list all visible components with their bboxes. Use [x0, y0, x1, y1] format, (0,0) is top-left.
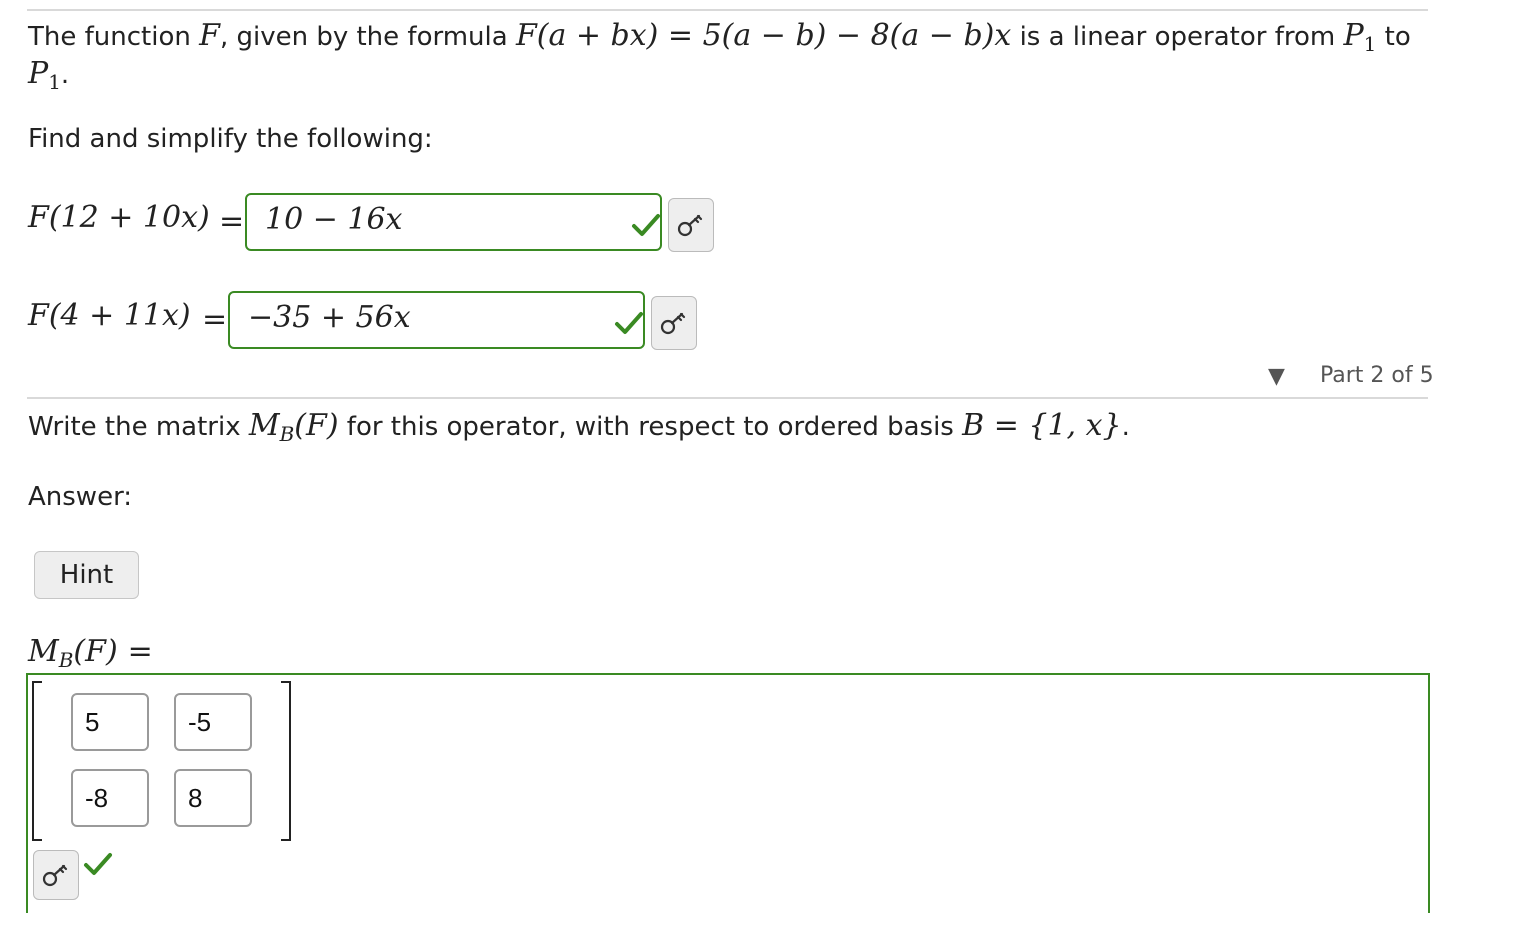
answer-label: Answer:: [28, 482, 133, 512]
intro-text-1: The function: [28, 22, 200, 52]
matrix-cell-r2-c1[interactable]: -8: [71, 769, 149, 827]
intro-text-2: , given by the formula: [219, 22, 516, 52]
matrix-question-text-1: Write the matrix: [28, 412, 249, 442]
matrix-symbol: M: [248, 408, 280, 443]
matrix-lhs: MB(F) =: [28, 634, 153, 672]
intro-space-subscript-2: 1: [48, 70, 61, 94]
matrix-question-period: .: [1121, 412, 1130, 442]
question-1-answer-field[interactable]: 10 − 16x: [245, 193, 662, 251]
key-icon: [677, 214, 703, 237]
intro-line: The function F, given by the formula F(a…: [28, 18, 1411, 56]
intro-line-2: P1.: [28, 56, 69, 94]
question-2-equals: =: [202, 302, 228, 337]
matrix-right-bracket: [281, 681, 291, 841]
matrix-subscript: B: [279, 422, 295, 446]
matrix-question: Write the matrix MB(F) for this operator…: [28, 408, 1130, 446]
prompt-text: Find and simplify the following:: [28, 124, 433, 154]
basis-expression: B = {1, x}: [962, 408, 1122, 443]
matrix-cell-r1-c1[interactable]: 5: [71, 693, 149, 751]
question-1-key-button[interactable]: [668, 198, 714, 252]
question-2-lhs: F(4 + 11x): [28, 298, 191, 333]
intro-space-symbol-2: P: [28, 56, 49, 91]
intro-period: .: [60, 60, 70, 90]
intro-space-symbol: P: [1343, 18, 1364, 53]
intro-text-3: is a linear operator from: [1011, 22, 1344, 52]
top-divider: [27, 9, 1428, 11]
question-2-answer-value: −35 + 56x: [248, 300, 411, 335]
matrix-key-button[interactable]: [33, 850, 79, 900]
part-collapse-arrow-icon[interactable]: ▼: [1268, 364, 1285, 389]
question-2-answer-field[interactable]: −35 + 56x: [228, 291, 645, 349]
intro-space-subscript: 1: [1363, 32, 1377, 56]
matrix-cell-r2-c2[interactable]: 8: [174, 769, 252, 827]
part-divider: [27, 397, 1428, 399]
matrix-lhs-subscript: B: [58, 648, 74, 672]
key-icon: [42, 864, 68, 887]
question-1-equals: =: [219, 204, 245, 239]
question-2-key-button[interactable]: [651, 296, 697, 350]
intro-function-symbol: F: [199, 18, 220, 53]
check-icon: [84, 853, 112, 875]
matrix-cell-r1-c2[interactable]: -5: [174, 693, 252, 751]
question-1-lhs: F(12 + 10x): [28, 200, 210, 235]
intro-text-4: to: [1376, 22, 1411, 52]
matrix-lhs-argument: (F): [73, 634, 118, 669]
matrix-question-text-2: for this operator, with respect to order…: [338, 412, 963, 442]
intro-formula: F(a + bx) = 5(a − b) − 8(a − b)x: [515, 18, 1012, 53]
matrix-left-bracket: [32, 681, 42, 841]
question-1-answer-value: 10 − 16x: [265, 202, 403, 237]
matrix-argument: (F): [294, 408, 339, 443]
check-icon: [615, 312, 643, 334]
matrix-lhs-equals: =: [127, 634, 153, 669]
part-label: Part 2 of 5: [1320, 363, 1434, 388]
key-icon: [660, 312, 686, 335]
matrix-lhs-symbol: M: [28, 634, 59, 669]
check-icon: [632, 214, 660, 236]
hint-button[interactable]: Hint: [34, 551, 139, 599]
